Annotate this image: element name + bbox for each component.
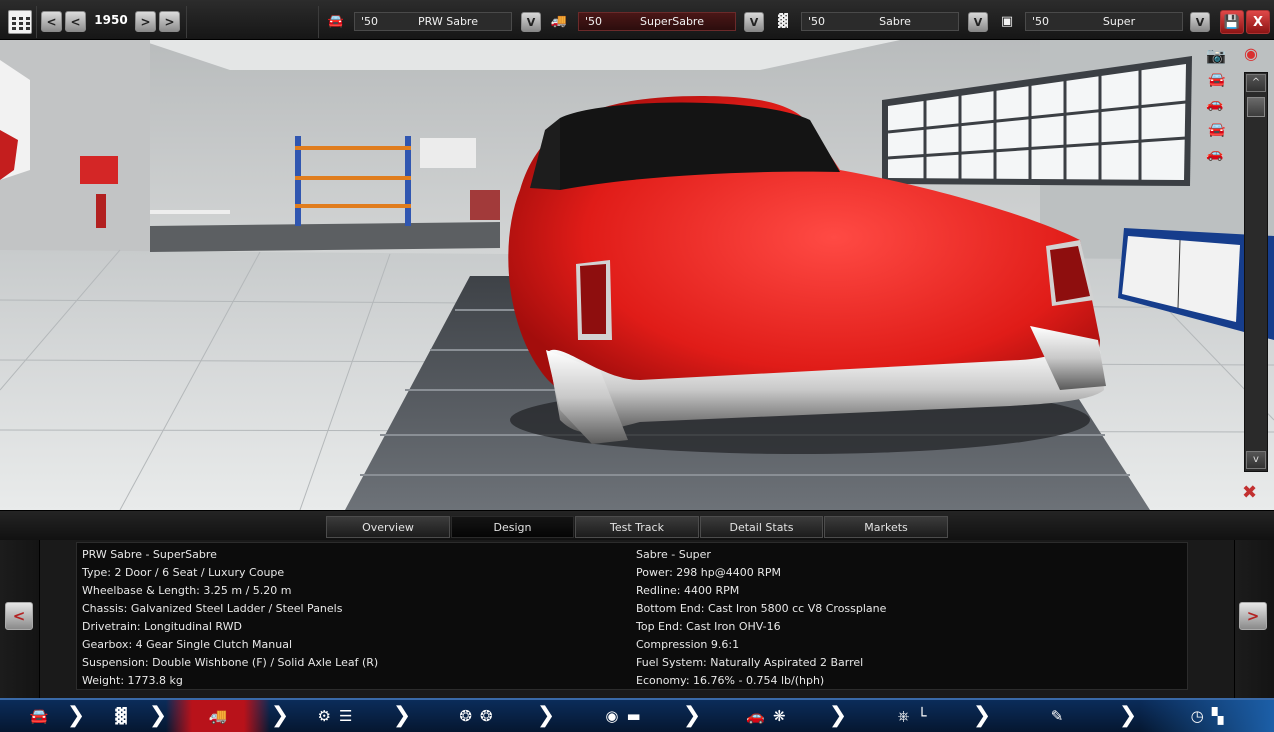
chevron-right-icon: ❯ [828, 703, 848, 728]
camera-icon[interactable]: 📷 [1206, 46, 1226, 65]
trim-dropdown-button[interactable]: V [744, 12, 764, 32]
chevron-right-icon: ❯ [270, 703, 290, 728]
tab-design[interactable]: Design [451, 516, 574, 538]
car-suspension: Suspension: Double Wishbone (F) / Solid … [82, 656, 379, 669]
side-view-icon[interactable]: 🚗 [1206, 96, 1223, 112]
chevron-right-icon: ❯ [972, 703, 992, 728]
nav-body-icon[interactable]: 🚚 [166, 700, 270, 732]
top-toolbar: < < 1950 > > 🚘 '50 PRW Sabre V 🚚 '50 Super… [0, 0, 1274, 40]
decade-back-button[interactable]: < [41, 11, 62, 32]
tab-test-track[interactable]: Test Track [575, 516, 699, 538]
scroll-down-button[interactable]: v [1246, 451, 1266, 469]
view-scrollbar[interactable]: ^ v [1244, 72, 1268, 472]
chevron-right-icon: ❯ [66, 703, 86, 728]
engine-family-icon: ▓ [778, 14, 788, 29]
nav-suspension-icon[interactable]: ◉ ▬ [588, 700, 658, 732]
tab-markets[interactable]: Markets [824, 516, 948, 538]
decade-forward-button[interactable]: > [159, 11, 180, 32]
chevron-right-icon: ❯ [1118, 703, 1138, 728]
front-view-icon[interactable]: 🚘 [1208, 72, 1225, 88]
engine-family-selector[interactable]: '50 Sabre [801, 12, 959, 31]
app-window: < < 1950 > > 🚘 '50 PRW Sabre V 🚚 '50 Super… [0, 0, 1274, 732]
car-weight: Weight: 1773.8 kg [82, 674, 183, 687]
nav-chassis-icon[interactable]: ▓ [96, 700, 146, 732]
tab-detail-stats[interactable]: Detail Stats [700, 516, 823, 538]
garage-scene [0, 40, 1274, 510]
engine-fuel-system: Fuel System: Naturally Aspirated 2 Barre… [636, 656, 864, 669]
workflow-nav-bar: 🚘 ❯ ▓ ❯ 🚚 ❯ ⚙ ☰ ❯ ❂ ❂ ❯ ◉ ▬ ❯ 🚗 ❋ ❯ ⎈ └ ❯ ✎ ❯… [0, 698, 1274, 732]
car-name: PRW Sabre - SuperSabre [82, 548, 217, 561]
engine-power: Power: 298 hp@4400 RPM [636, 566, 781, 579]
chevron-right-icon: ❯ [148, 703, 168, 728]
engine-redline: Redline: 4400 RPM [636, 584, 740, 597]
nav-aero-cooling-icon[interactable]: 🚗 ❋ [714, 700, 818, 732]
previous-car-button[interactable]: < [5, 602, 33, 630]
nav-engine-gearbox-icon[interactable]: ⚙ ☰ [300, 700, 370, 732]
tab-bar: Overview Design Test Track Detail Stats … [0, 510, 1274, 540]
chevron-right-icon: ❯ [536, 703, 556, 728]
engine-spec-column: Sabre - Super Power: 298 hp@4400 RPM Red… [636, 546, 886, 690]
car-wheelbase: Wheelbase & Length: 3.25 m / 5.20 m [82, 584, 292, 597]
chevron-right-icon: ❯ [682, 703, 702, 728]
model-selector[interactable]: '50 PRW Sabre [354, 12, 512, 31]
car-chassis: Chassis: Galvanized Steel Ladder / Steel… [82, 602, 343, 615]
engine-top-end: Top End: Cast Iron OHV-16 [636, 620, 781, 633]
engine-bottom-end: Bottom End: Cast Iron 5800 cc V8 Crosspl… [636, 602, 887, 615]
engine-variant-selector[interactable]: '50 Super [1025, 12, 1183, 31]
trim-selector[interactable]: '50 SuperSabre [578, 12, 736, 31]
car-summary: PRW Sabre - SuperSabre Type: 2 Door / 6 … [76, 542, 1188, 690]
nav-wheels-icon[interactable]: ❂ ❂ [446, 700, 506, 732]
engine-economy: Economy: 16.76% - 0.754 lb/(hph) [636, 674, 825, 687]
nav-model-icon[interactable]: 🚘 [14, 700, 64, 732]
next-car-button[interactable]: > [1239, 602, 1267, 630]
info-panel: < > PRW Sabre - SuperSabre Type: 2 Door … [0, 540, 1274, 698]
calendar-icon[interactable] [8, 10, 32, 34]
nav-interior-icon[interactable]: ⎈ └ [880, 700, 944, 732]
nav-fixtures-icon[interactable]: ✎ [1034, 700, 1080, 732]
engine-variant-dropdown-button[interactable]: V [1190, 12, 1210, 32]
year-back-button[interactable]: < [65, 11, 86, 32]
year-forward-button[interactable]: > [135, 11, 156, 32]
trim-icon: 🚚 [550, 14, 568, 29]
car-3d-viewport[interactable]: 📷 ◉ 🚘 🚗 🚘 🚗 ^ v ✖ [0, 40, 1274, 510]
rear-view-icon[interactable]: 🚘 [1208, 122, 1225, 138]
nav-testing-icon[interactable]: ◷ ▚ [1140, 700, 1274, 732]
reset-view-icon[interactable]: ✖ [1242, 482, 1257, 503]
scroll-thumb[interactable] [1247, 97, 1265, 117]
car-drivetrain: Drivetrain: Longitudinal RWD [82, 620, 242, 633]
car-spec-column: PRW Sabre - SuperSabre Type: 2 Door / 6 … [82, 546, 378, 690]
close-button[interactable]: X [1246, 10, 1270, 34]
car-model-icon: 🚘 [327, 14, 345, 29]
scroll-up-button[interactable]: ^ [1246, 74, 1266, 92]
tab-overview[interactable]: Overview [326, 516, 450, 538]
chevron-right-icon: ❯ [392, 703, 412, 728]
model-dropdown-button[interactable]: V [521, 12, 541, 32]
car-type: Type: 2 Door / 6 Seat / Luxury Coupe [82, 566, 285, 579]
engine-compression: Compression 9.6:1 [636, 638, 740, 651]
engine-variant-icon: ▣ [1000, 14, 1014, 29]
three-quarter-view-icon[interactable]: 🚗 [1206, 146, 1223, 162]
year-display: 1950 [94, 13, 128, 27]
car-gearbox: Gearbox: 4 Gear Single Clutch Manual [82, 638, 293, 651]
save-icon[interactable]: 💾 [1220, 10, 1244, 34]
engine-family-dropdown-button[interactable]: V [968, 12, 988, 32]
engine-name: Sabre - Super [636, 548, 711, 561]
eye-icon[interactable]: ◉ [1244, 44, 1258, 63]
